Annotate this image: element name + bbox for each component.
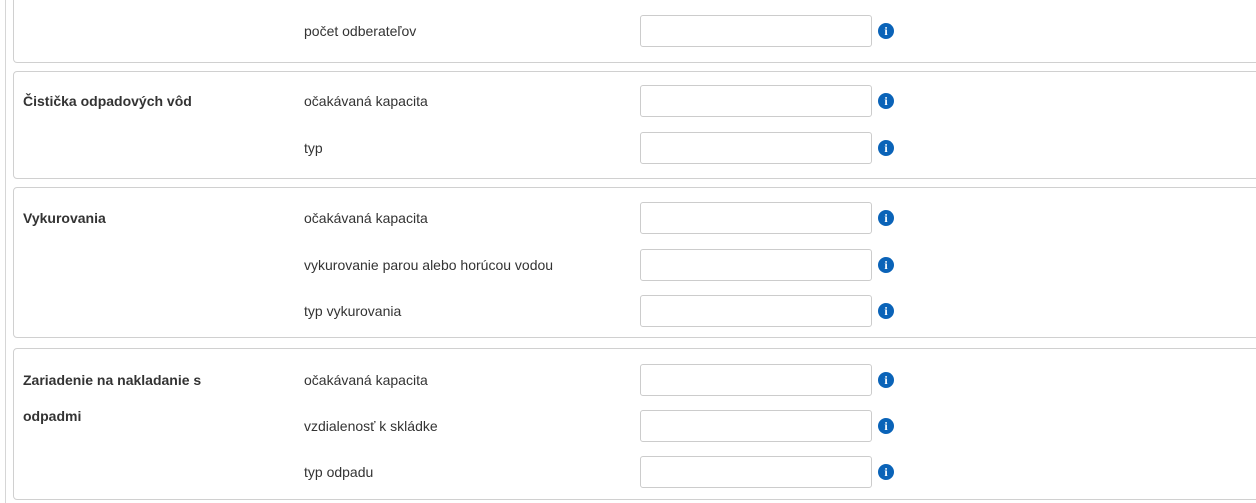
field-label: vzdialenosť k skládke (304, 418, 438, 434)
field-label: typ (304, 140, 323, 156)
form-row: typ i (14, 131, 1256, 165)
section-cisticka-odpadovych-vod: Čistička odpadových vôd očakávaná kapaci… (13, 71, 1256, 179)
form-row: počet odberateľov i (14, 14, 1256, 48)
vykurovanie-parou-input[interactable] (640, 249, 872, 281)
typ-vykurovania-input[interactable] (640, 295, 872, 327)
info-icon[interactable]: i (878, 418, 894, 434)
form-row: očakávaná kapacita i (14, 363, 1256, 397)
ocakavana-kapacita-input[interactable] (640, 85, 872, 117)
field-label: počet odberateľov (304, 23, 417, 39)
info-icon[interactable]: i (878, 257, 894, 273)
ocakavana-kapacita-input[interactable] (640, 202, 872, 234)
typ-odpadu-input[interactable] (640, 456, 872, 488)
form-row: vzdialenosť k skládke i (14, 409, 1256, 443)
field-label: typ odpadu (304, 464, 374, 480)
field-label: očakávaná kapacita (304, 372, 428, 388)
field-label: vykurovanie parou alebo horúcou vodou (304, 257, 554, 273)
ocakavana-kapacita-input[interactable] (640, 364, 872, 396)
info-icon[interactable]: i (878, 23, 894, 39)
info-icon[interactable]: i (878, 210, 894, 226)
form-row: očakávaná kapacita i (14, 84, 1256, 118)
field-label: typ vykurovania (304, 303, 402, 319)
section-vykurovania: Vykurovania očakávaná kapacita i vykurov… (13, 187, 1256, 338)
section-partial: počet odberateľov i (13, 0, 1256, 63)
form-row: vykurovanie parou alebo horúcou vodou i (14, 248, 1256, 282)
left-divider (5, 0, 6, 503)
pocet-odberatelov-input[interactable] (640, 15, 872, 47)
info-icon[interactable]: i (878, 303, 894, 319)
typ-input[interactable] (640, 132, 872, 164)
form-row: očakávaná kapacita i (14, 201, 1256, 235)
info-icon[interactable]: i (878, 464, 894, 480)
info-icon[interactable]: i (878, 93, 894, 109)
info-icon[interactable]: i (878, 140, 894, 156)
field-label: očakávaná kapacita (304, 93, 428, 109)
section-zariadenie-odpadmi: Zariadenie na nakladanie s odpadmi očaká… (13, 348, 1256, 500)
vzdialenost-k-skladke-input[interactable] (640, 410, 872, 442)
info-icon[interactable]: i (878, 372, 894, 388)
field-label: očakávaná kapacita (304, 210, 428, 226)
form-row: typ vykurovania i (14, 294, 1256, 328)
form-row: typ odpadu i (14, 455, 1256, 489)
